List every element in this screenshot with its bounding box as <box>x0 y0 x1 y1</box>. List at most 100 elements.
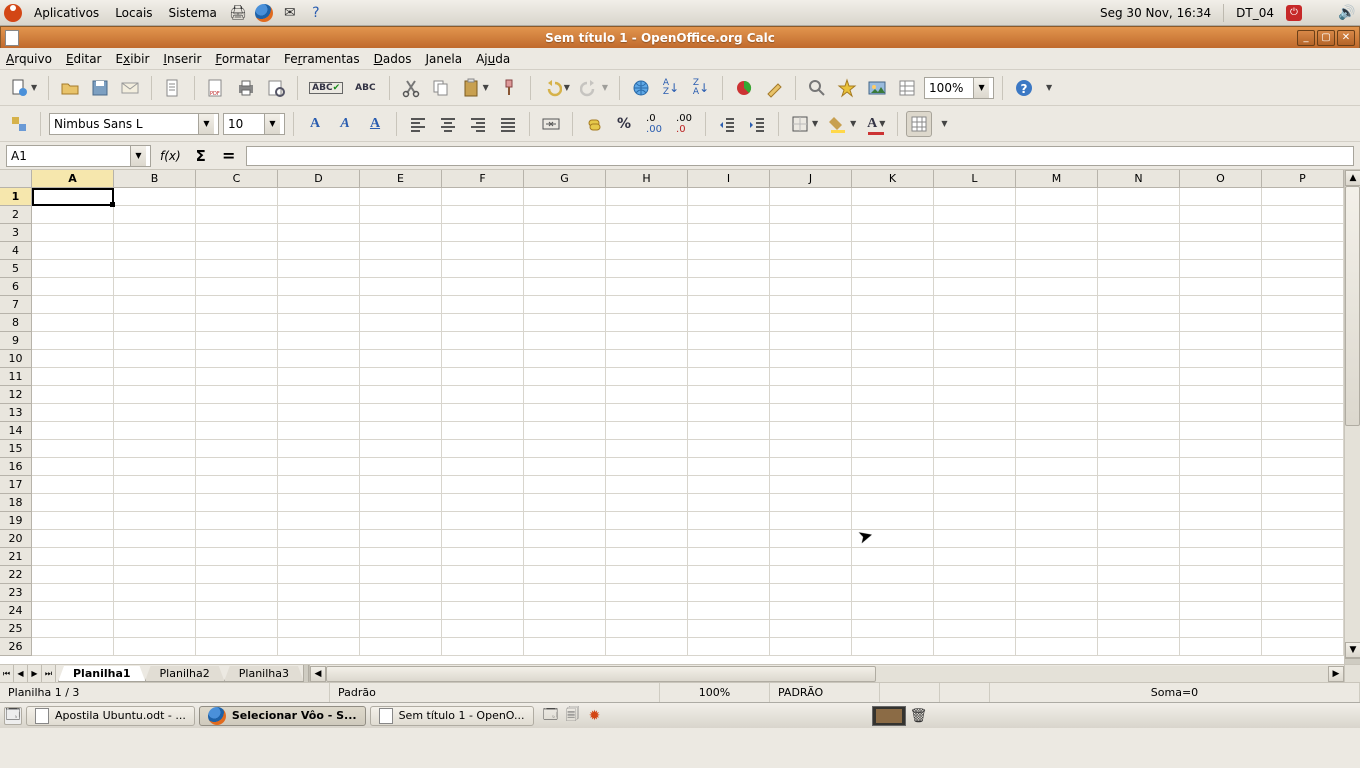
cell[interactable] <box>524 296 606 314</box>
cell[interactable] <box>1262 278 1344 296</box>
styles-button[interactable] <box>6 111 32 137</box>
cell[interactable] <box>1016 476 1098 494</box>
cell[interactable] <box>278 458 360 476</box>
cell[interactable] <box>1016 260 1098 278</box>
cell[interactable] <box>1180 566 1262 584</box>
format-paintbrush-button[interactable] <box>496 75 522 101</box>
cell[interactable] <box>1098 584 1180 602</box>
cell[interactable] <box>524 368 606 386</box>
cell[interactable] <box>278 188 360 206</box>
vertical-splitter[interactable] <box>1345 658 1360 664</box>
row-header[interactable]: 15 <box>0 440 32 458</box>
cell[interactable] <box>196 188 278 206</box>
cell[interactable] <box>360 422 442 440</box>
font-name-dropdown[interactable]: ▼ <box>198 114 214 134</box>
cell[interactable] <box>360 638 442 656</box>
cell[interactable] <box>196 602 278 620</box>
cell[interactable] <box>934 422 1016 440</box>
cell[interactable] <box>688 224 770 242</box>
cell[interactable] <box>852 440 934 458</box>
cell[interactable] <box>606 476 688 494</box>
cell[interactable] <box>196 422 278 440</box>
cell[interactable] <box>688 620 770 638</box>
add-decimal-button[interactable]: .0.00 <box>641 111 667 137</box>
cell[interactable] <box>360 584 442 602</box>
cell[interactable] <box>442 566 524 584</box>
cell[interactable] <box>114 512 196 530</box>
cell[interactable] <box>852 638 934 656</box>
cell[interactable] <box>852 512 934 530</box>
cell[interactable] <box>770 548 852 566</box>
cell[interactable] <box>278 368 360 386</box>
cell[interactable] <box>1016 386 1098 404</box>
column-header[interactable]: P <box>1262 170 1344 188</box>
row-header[interactable]: 13 <box>0 404 32 422</box>
row-header[interactable]: 8 <box>0 314 32 332</box>
cell[interactable] <box>114 368 196 386</box>
cell[interactable] <box>606 188 688 206</box>
cell[interactable] <box>32 512 114 530</box>
cell[interactable] <box>770 494 852 512</box>
cell[interactable] <box>278 494 360 512</box>
save-button[interactable] <box>87 75 113 101</box>
cell[interactable] <box>1098 512 1180 530</box>
undo-button[interactable]: ▼ <box>539 75 573 101</box>
cell[interactable] <box>688 260 770 278</box>
cell[interactable] <box>524 494 606 512</box>
cell[interactable] <box>688 368 770 386</box>
cell[interactable] <box>442 296 524 314</box>
cell[interactable] <box>1262 638 1344 656</box>
cell[interactable] <box>770 404 852 422</box>
cell[interactable] <box>1262 602 1344 620</box>
cell[interactable] <box>934 566 1016 584</box>
cell[interactable] <box>1262 314 1344 332</box>
cell[interactable] <box>114 386 196 404</box>
column-header[interactable]: C <box>196 170 278 188</box>
cell[interactable] <box>196 494 278 512</box>
cell[interactable] <box>1180 422 1262 440</box>
workspace-switcher[interactable] <box>872 706 906 726</box>
row-header[interactable]: 24 <box>0 602 32 620</box>
firefox-launcher-icon[interactable] <box>255 4 273 22</box>
cell[interactable] <box>442 602 524 620</box>
menu-inserir[interactable]: Inserir <box>163 52 201 66</box>
cell[interactable] <box>278 566 360 584</box>
cell[interactable] <box>114 188 196 206</box>
email-button[interactable] <box>117 75 143 101</box>
cell[interactable] <box>1098 458 1180 476</box>
column-header[interactable]: B <box>114 170 196 188</box>
menu-editar[interactable]: Editar <box>66 52 102 66</box>
spellcheck-button[interactable]: ABC✔ <box>306 75 346 101</box>
cell[interactable] <box>442 206 524 224</box>
cell[interactable] <box>606 602 688 620</box>
cell[interactable] <box>688 602 770 620</box>
cell[interactable] <box>196 314 278 332</box>
row-header[interactable]: 14 <box>0 422 32 440</box>
cell[interactable] <box>32 620 114 638</box>
cell[interactable] <box>1016 548 1098 566</box>
shutdown-icon[interactable]: ⏻ <box>1286 5 1302 21</box>
cell[interactable] <box>1016 224 1098 242</box>
format-toolbar-overflow[interactable]: ▼ <box>936 111 950 137</box>
cell[interactable] <box>196 548 278 566</box>
zoom-dropdown-button[interactable]: ▼ <box>973 78 989 98</box>
cell[interactable] <box>606 206 688 224</box>
cell[interactable] <box>688 584 770 602</box>
column-header[interactable]: G <box>524 170 606 188</box>
row-header[interactable]: 20 <box>0 530 32 548</box>
window-titlebar[interactable]: Sem título 1 - OpenOffice.org Calc _ ▢ ✕ <box>0 26 1360 48</box>
cell[interactable] <box>1262 422 1344 440</box>
cell[interactable] <box>114 494 196 512</box>
cell[interactable] <box>360 602 442 620</box>
menu-janela[interactable]: Janela <box>426 52 463 66</box>
cell[interactable] <box>442 242 524 260</box>
cell[interactable] <box>278 422 360 440</box>
cell[interactable] <box>606 332 688 350</box>
cell[interactable] <box>32 332 114 350</box>
cell[interactable] <box>852 458 934 476</box>
scroll-down-button[interactable]: ▼ <box>1345 642 1360 658</box>
menu-exibir[interactable]: Exibir <box>116 52 150 66</box>
cell[interactable] <box>1098 602 1180 620</box>
cell[interactable] <box>196 476 278 494</box>
cell[interactable] <box>114 548 196 566</box>
